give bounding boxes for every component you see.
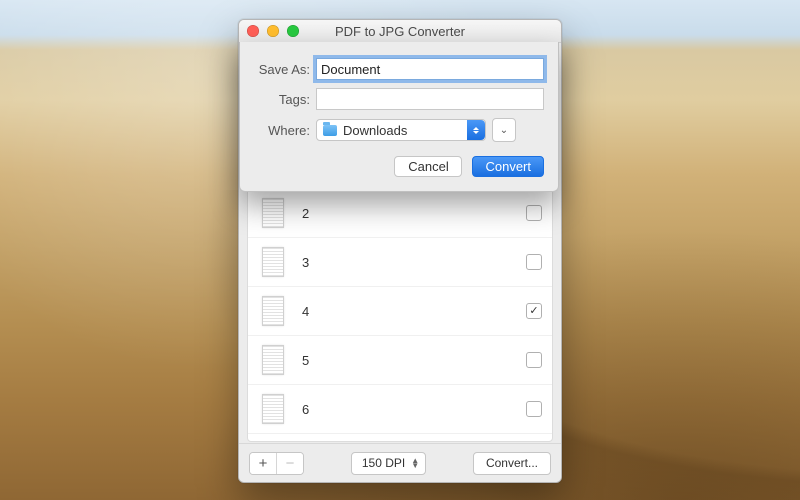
page-checkbox[interactable] — [526, 254, 542, 270]
page-number-label: 4 — [302, 304, 526, 319]
page-thumbnail-icon — [262, 394, 284, 424]
convert-confirm-button[interactable]: Convert — [472, 156, 544, 177]
save-as-label: Save As: — [254, 62, 310, 77]
zoom-window-button[interactable] — [287, 25, 299, 37]
bottom-toolbar: + − 150 DPI ▲▼ Convert... — [239, 443, 561, 482]
window-controls — [239, 25, 299, 37]
close-window-button[interactable] — [247, 25, 259, 37]
page-number-label: 5 — [302, 353, 526, 368]
page-row[interactable]: 2 — [248, 189, 552, 238]
page-number-label: 2 — [302, 206, 526, 221]
expand-sheet-button[interactable]: ⌄ — [492, 118, 516, 142]
page-row[interactable]: 3 — [248, 238, 552, 287]
where-popup[interactable]: Downloads — [316, 119, 486, 141]
page-thumbnail-icon — [262, 345, 284, 375]
save-sheet: Save As: Tags: Where: Downloads ⌄ Cancel… — [239, 42, 559, 192]
page-checkbox[interactable] — [526, 205, 542, 221]
page-row[interactable]: 4 — [248, 287, 552, 336]
page-row[interactable]: 6 — [248, 385, 552, 434]
page-number-label: 6 — [302, 402, 526, 417]
updown-icon: ▲▼ — [411, 458, 419, 468]
page-row[interactable]: 5 — [248, 336, 552, 385]
where-label: Where: — [254, 123, 310, 138]
page-number-label: 3 — [302, 255, 526, 270]
updown-icon — [467, 120, 485, 140]
convert-button[interactable]: Convert... — [473, 452, 551, 475]
page-thumbnail-icon — [262, 198, 284, 228]
folder-icon — [323, 125, 337, 136]
save-as-input[interactable] — [316, 58, 544, 80]
tags-input[interactable] — [316, 88, 544, 110]
where-value-label: Downloads — [343, 123, 407, 138]
cancel-button[interactable]: Cancel — [394, 156, 462, 177]
remove-page-button[interactable]: − — [276, 453, 303, 474]
page-checkbox[interactable] — [526, 352, 542, 368]
dpi-value-label: 150 DPI — [362, 456, 405, 470]
chevron-down-icon: ⌄ — [500, 125, 508, 136]
page-checkbox[interactable] — [526, 303, 542, 319]
page-thumbnail-icon — [262, 296, 284, 326]
page-thumbnail-icon — [262, 247, 284, 277]
titlebar[interactable]: PDF to JPG Converter — [239, 20, 561, 43]
minimize-window-button[interactable] — [267, 25, 279, 37]
add-remove-segment: + − — [249, 452, 304, 475]
tags-label: Tags: — [254, 92, 310, 107]
add-page-button[interactable]: + — [250, 453, 276, 474]
dpi-popup[interactable]: 150 DPI ▲▼ — [351, 452, 426, 475]
page-checkbox[interactable] — [526, 401, 542, 417]
